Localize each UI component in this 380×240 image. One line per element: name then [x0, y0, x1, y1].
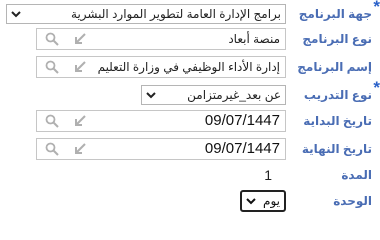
- program-name-value: إدارة الأداء الوظيفي في وزارة التعليم: [97, 60, 280, 74]
- search-icon[interactable]: [45, 114, 59, 128]
- unit-select[interactable]: يوم: [240, 190, 286, 212]
- unit-label: الوحدة: [333, 194, 372, 208]
- chevron-down-icon: [146, 92, 156, 99]
- duration-value: 1: [264, 167, 272, 183]
- row-training-type: * نوع التدريب عن بعد_غيرمتزامن: [0, 79, 380, 107]
- chevron-down-icon: [246, 198, 256, 205]
- unit-value: يوم: [263, 194, 280, 208]
- program-form: * جهة البرنامج برامج الإدارة العامة لتطو…: [0, 0, 380, 221]
- end-date-label: تاريخ النهاية: [301, 142, 372, 156]
- program-entity-label: جهة البرنامج: [298, 7, 372, 21]
- row-end-date: تاريخ النهاية 09/07/1447: [0, 137, 380, 161]
- search-icon[interactable]: [45, 32, 59, 46]
- row-unit: الوحدة يوم: [0, 189, 380, 213]
- open-arrow-icon[interactable]: [73, 142, 87, 156]
- program-name-label: إسم البرنامج: [297, 60, 372, 74]
- start-date-label: تاريخ البداية: [303, 114, 372, 128]
- end-date-value: 09/07/1447: [204, 140, 280, 157]
- training-type-label: نوع التدريب: [303, 88, 372, 102]
- end-date-field[interactable]: 09/07/1447: [36, 138, 286, 160]
- row-program-name: إسم البرنامج إدارة الأداء الوظيفي في وزا…: [0, 55, 380, 79]
- program-entity-select[interactable]: برامج الإدارة العامة لتطوير الموارد البش…: [6, 4, 286, 24]
- row-start-date: تاريخ البداية 09/07/1447: [0, 109, 380, 133]
- open-arrow-icon[interactable]: [73, 114, 87, 128]
- training-type-select[interactable]: عن بعد_غيرمتزامن: [141, 85, 286, 105]
- program-name-field[interactable]: إدارة الأداء الوظيفي في وزارة التعليم: [36, 56, 286, 78]
- row-program-type: نوع البرنامج منصة أبعاد: [0, 27, 380, 51]
- program-entity-value: برامج الإدارة العامة لتطوير الموارد البش…: [71, 7, 281, 21]
- start-date-value: 09/07/1447: [204, 112, 280, 129]
- start-date-field[interactable]: 09/07/1447: [36, 110, 286, 132]
- row-program-entity: * جهة البرنامج برامج الإدارة العامة لتطو…: [0, 0, 380, 26]
- search-icon[interactable]: [45, 60, 59, 74]
- program-type-label: نوع البرنامج: [302, 32, 372, 46]
- required-mark: *: [373, 0, 380, 16]
- chevron-down-icon: [11, 11, 21, 18]
- search-icon[interactable]: [45, 142, 59, 156]
- duration-label: المدة: [341, 168, 372, 182]
- program-type-field[interactable]: منصة أبعاد: [36, 28, 286, 50]
- required-mark: *: [373, 78, 380, 97]
- program-type-value: منصة أبعاد: [228, 32, 280, 46]
- open-arrow-icon[interactable]: [73, 60, 87, 74]
- training-type-value: عن بعد_غيرمتزامن: [187, 88, 281, 102]
- row-duration: المدة 1: [0, 163, 380, 187]
- open-arrow-icon[interactable]: [73, 32, 87, 46]
